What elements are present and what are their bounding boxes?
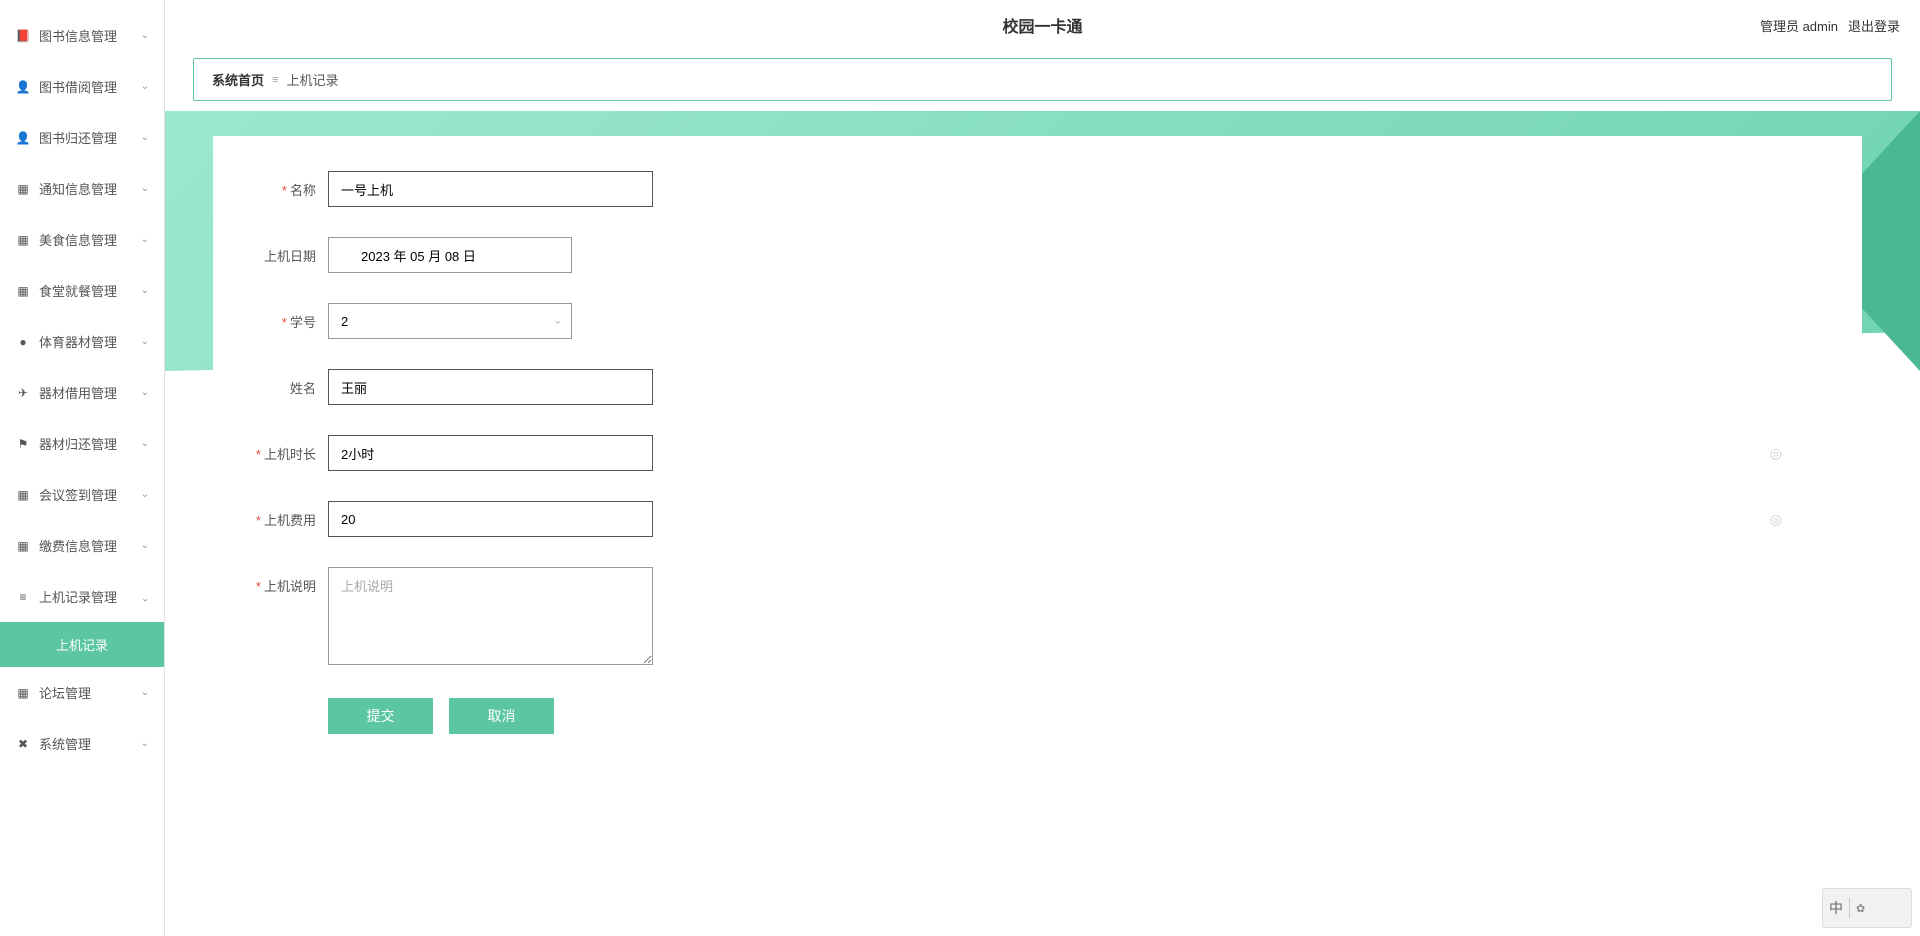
chevron-down-icon: ⌄ xyxy=(141,30,149,41)
form-row-duration: *上机时长 ◎ xyxy=(253,435,1822,471)
admin-label[interactable]: 管理员 admin xyxy=(1760,16,1838,35)
fee-input[interactable] xyxy=(328,501,653,537)
sidebar-item-equipment-borrow[interactable]: ✈ 器材借用管理 ⌄ xyxy=(0,367,164,418)
grid-icon: ▦ xyxy=(15,181,31,197)
dot-icon: ● xyxy=(15,334,31,350)
chevron-down-icon: ⌄ xyxy=(141,438,149,449)
duration-input[interactable] xyxy=(328,435,653,471)
sidebar-item-label: 缴费信息管理 xyxy=(39,536,117,555)
person-icon: 👤 xyxy=(15,130,31,146)
label-fee: *上机费用 xyxy=(253,501,328,529)
chevron-down-icon: ⌄ xyxy=(141,336,149,347)
grid-icon: ▦ xyxy=(15,685,31,701)
sidebar-item-book-info[interactable]: 📕 图书信息管理 ⌄ xyxy=(0,10,164,61)
sidebar: 📕 图书信息管理 ⌄ 👤 图书借阅管理 ⌄ 👤 图书归还管理 ⌄ ▦ 通知信息管… xyxy=(0,0,165,936)
chevron-down-icon: ⌄ xyxy=(141,285,149,296)
sidebar-item-system[interactable]: ✖ 系统管理 ⌄ xyxy=(0,718,164,769)
sidebar-item-label: 论坛管理 xyxy=(39,683,91,702)
form-row-student-name: 姓名 xyxy=(253,369,1822,405)
sidebar-item-label: 会议签到管理 xyxy=(39,485,117,504)
form-card: *名称 上机日期 📅 *学号 xyxy=(213,136,1862,774)
sidebar-item-label: 图书借阅管理 xyxy=(39,77,117,96)
sidebar-item-label: 通知信息管理 xyxy=(39,179,117,198)
spinner-icon: ◎ xyxy=(1770,445,1782,462)
chevron-down-icon: ⌄ xyxy=(141,234,149,245)
sidebar-item-notice[interactable]: ▦ 通知信息管理 ⌄ xyxy=(0,163,164,214)
grid-icon: ▦ xyxy=(15,232,31,248)
sidebar-subitem-computer-record[interactable]: 上机记录 xyxy=(0,622,164,667)
header: 校园一卡通 管理员 admin 退出登录 xyxy=(165,0,1920,50)
button-row: 提交 取消 xyxy=(328,698,1822,734)
breadcrumb-current: 上机记录 xyxy=(286,70,338,89)
book-icon: 📕 xyxy=(15,28,31,44)
label-duration: *上机时长 xyxy=(253,435,328,463)
sidebar-item-label: 体育器材管理 xyxy=(39,332,117,351)
sidebar-item-forum[interactable]: ▦ 论坛管理 ⌄ xyxy=(0,667,164,718)
cancel-button[interactable]: 取消 xyxy=(449,698,554,734)
list-icon: ≡ xyxy=(15,589,31,605)
student-name-input[interactable] xyxy=(328,369,653,405)
grid-icon: ▦ xyxy=(15,487,31,503)
sidebar-item-computer-record[interactable]: ≡ 上机记录管理 ⌃ xyxy=(0,571,164,622)
sidebar-item-label: 食堂就餐管理 xyxy=(39,281,117,300)
form-row-fee: *上机费用 ◎ xyxy=(253,501,1822,537)
sidebar-item-book-return[interactable]: 👤 图书归还管理 ⌄ xyxy=(0,112,164,163)
chevron-down-icon: ⌄ xyxy=(141,540,149,551)
logout-link[interactable]: 退出登录 xyxy=(1848,16,1900,35)
form-row-name: *名称 xyxy=(253,171,1822,207)
close-icon: ✖ xyxy=(15,736,31,752)
content-wrapper: *名称 上机日期 📅 *学号 xyxy=(165,111,1920,936)
sidebar-item-food[interactable]: ▦ 美食信息管理 ⌄ xyxy=(0,214,164,265)
sidebar-item-payment[interactable]: ▦ 缴费信息管理 ⌄ xyxy=(0,520,164,571)
sidebar-item-meeting[interactable]: ▦ 会议签到管理 ⌄ xyxy=(0,469,164,520)
sidebar-item-canteen[interactable]: ▦ 食堂就餐管理 ⌄ xyxy=(0,265,164,316)
sidebar-subitem-label: 上机记录 xyxy=(56,638,108,653)
sidebar-item-label: 美食信息管理 xyxy=(39,230,117,249)
sidebar-item-label: 系统管理 xyxy=(39,734,91,753)
label-student-id: *学号 xyxy=(253,303,328,331)
label-description: *上机说明 xyxy=(253,567,328,595)
sidebar-item-label: 器材借用管理 xyxy=(39,383,117,402)
ime-decoration-icon: ✿ xyxy=(1856,902,1865,915)
form-row-date: 上机日期 📅 xyxy=(253,237,1822,273)
description-textarea[interactable] xyxy=(328,567,653,665)
main-area: 校园一卡通 管理员 admin 退出登录 系统首页 ≡ 上机记录 *名称 xyxy=(165,0,1920,936)
spinner-icon: ◎ xyxy=(1770,511,1782,528)
chevron-down-icon: ⌄ xyxy=(141,687,149,698)
ime-indicator: 中 ✿ xyxy=(1822,888,1912,928)
app-title: 校园一卡通 xyxy=(1002,13,1082,37)
flag-icon: ⚑ xyxy=(15,436,31,452)
date-input[interactable] xyxy=(328,237,572,273)
form-row-student-id: *学号 ⌄ xyxy=(253,303,1822,339)
sidebar-item-label: 图书归还管理 xyxy=(39,128,117,147)
send-icon: ✈ xyxy=(15,385,31,401)
sidebar-item-label: 上机记录管理 xyxy=(39,587,117,606)
chevron-down-icon: ⌄ xyxy=(141,738,149,749)
ime-lang: 中 xyxy=(1829,898,1850,918)
sidebar-item-label: 器材归还管理 xyxy=(39,434,117,453)
sidebar-item-sports[interactable]: ● 体育器材管理 ⌄ xyxy=(0,316,164,367)
student-id-select[interactable] xyxy=(328,303,572,339)
breadcrumb-separator-icon: ≡ xyxy=(272,74,278,86)
grid-icon: ▦ xyxy=(15,538,31,554)
person-icon: 👤 xyxy=(15,79,31,95)
breadcrumb-home[interactable]: 系统首页 xyxy=(212,70,264,89)
label-name: *名称 xyxy=(253,171,328,199)
label-date: 上机日期 xyxy=(253,237,328,265)
chevron-up-icon: ⌃ xyxy=(141,591,149,602)
name-input[interactable] xyxy=(328,171,653,207)
chevron-down-icon: ⌄ xyxy=(141,132,149,143)
sidebar-item-equipment-return[interactable]: ⚑ 器材归还管理 ⌄ xyxy=(0,418,164,469)
grid-icon: ▦ xyxy=(15,283,31,299)
breadcrumb: 系统首页 ≡ 上机记录 xyxy=(193,58,1892,101)
submit-button[interactable]: 提交 xyxy=(328,698,433,734)
sidebar-item-book-borrow[interactable]: 👤 图书借阅管理 ⌄ xyxy=(0,61,164,112)
chevron-down-icon: ⌄ xyxy=(141,81,149,92)
chevron-down-icon: ⌄ xyxy=(141,387,149,398)
form-row-description: *上机说明 xyxy=(253,567,1822,668)
chevron-down-icon: ⌄ xyxy=(141,489,149,500)
chevron-down-icon: ⌄ xyxy=(141,183,149,194)
label-student-name: 姓名 xyxy=(253,369,328,397)
sidebar-item-label: 图书信息管理 xyxy=(39,26,117,45)
